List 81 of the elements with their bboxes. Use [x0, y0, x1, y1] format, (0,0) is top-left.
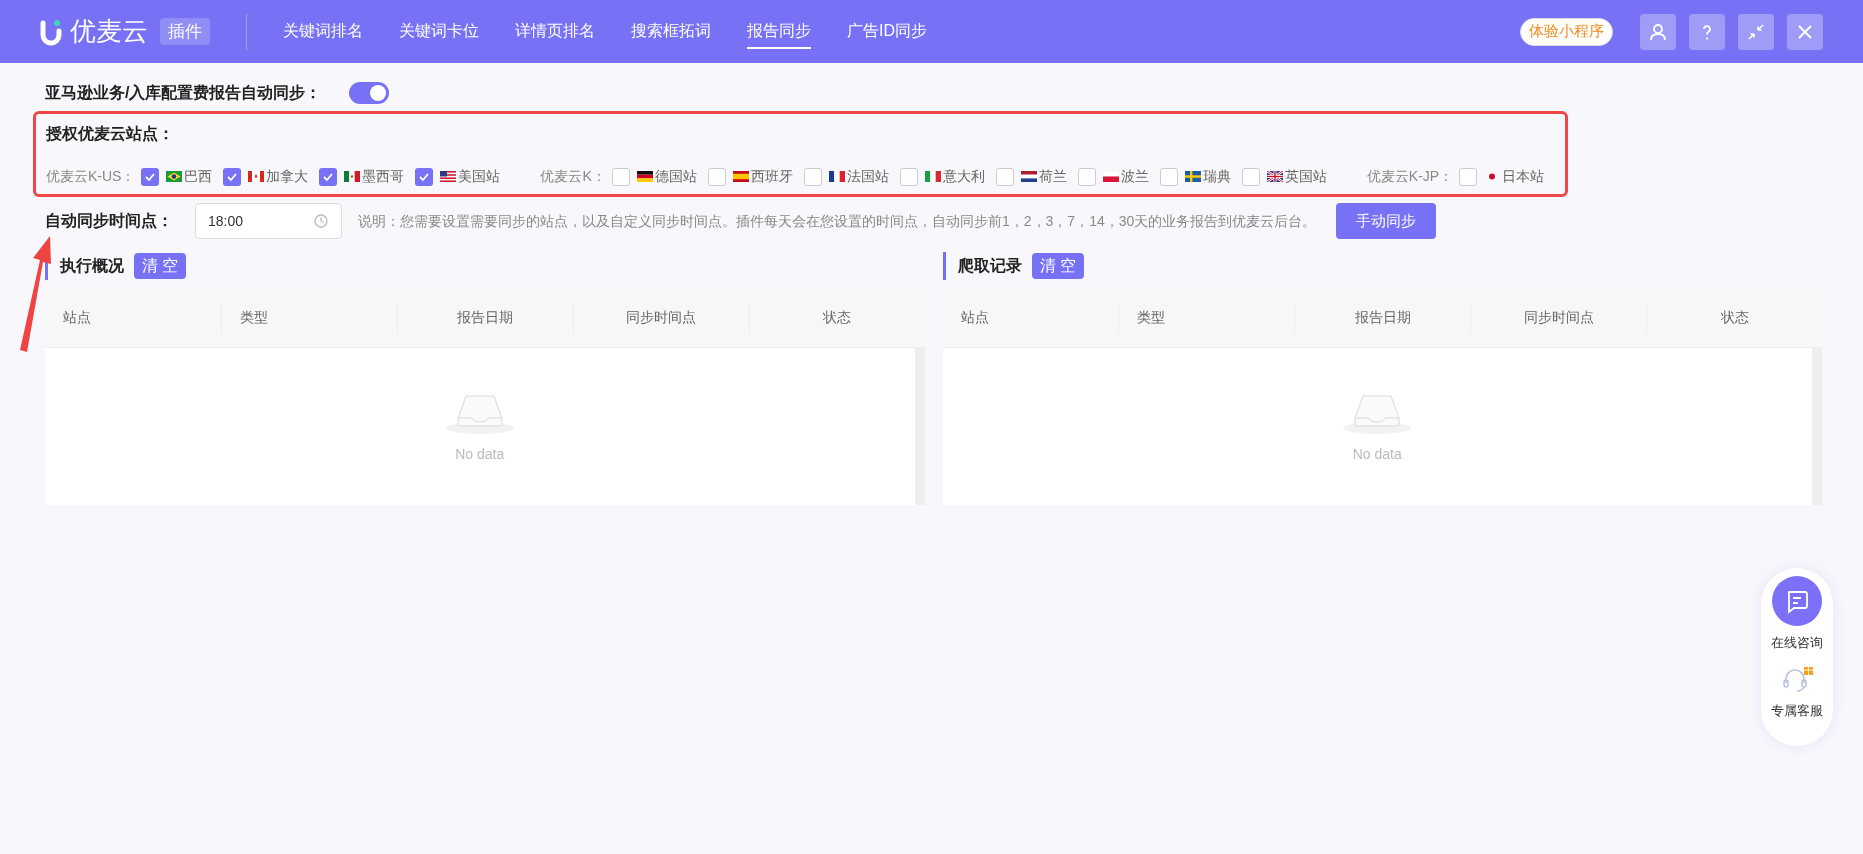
close-button[interactable]: [1787, 13, 1823, 50]
column-header: 站点: [960, 308, 989, 327]
site-label[interactable]: 法国站: [846, 166, 889, 187]
site-label[interactable]: 英国站: [1284, 166, 1327, 187]
flag-icon: [166, 171, 183, 182]
column-header: 类型: [239, 308, 268, 327]
flag-icon: [440, 171, 457, 182]
site-group-label: 优麦云K-US：: [46, 167, 136, 186]
checkbox[interactable]: [995, 167, 1014, 186]
nav-tab[interactable]: 关键词卡位: [399, 14, 479, 49]
nav-tab[interactable]: 广告ID同步: [847, 14, 927, 49]
site-label[interactable]: 德国站: [654, 166, 697, 187]
section-title: 爬取记录: [957, 256, 1022, 276]
flag-icon: [1184, 171, 1201, 182]
flag-icon: [732, 171, 749, 182]
flag-icon: [1266, 171, 1283, 182]
clear-button[interactable]: 清空: [1031, 253, 1084, 279]
logo-text: 优麦云: [70, 15, 148, 48]
time-input[interactable]: 18:00: [195, 203, 342, 239]
clear-button[interactable]: 清空: [134, 253, 186, 279]
site-label[interactable]: 西班牙: [750, 166, 793, 187]
flag-icon: [1020, 171, 1037, 182]
checkbox[interactable]: [1159, 167, 1178, 186]
checkbox[interactable]: [1241, 167, 1260, 186]
checkbox[interactable]: [707, 167, 726, 186]
site-group-label: 优麦云K：: [540, 167, 606, 186]
site-label[interactable]: 美国站: [458, 166, 501, 187]
help-button[interactable]: [1689, 13, 1725, 50]
empty-text: No data: [455, 445, 505, 464]
checkbox[interactable]: [415, 167, 434, 186]
checkbox[interactable]: [141, 167, 160, 186]
site-label[interactable]: 墨西哥: [362, 166, 405, 187]
column-header: 同步时间点: [626, 308, 697, 327]
column-header: 类型: [1137, 308, 1166, 327]
flag-icon: [636, 171, 653, 182]
auto-sync-label: 亚马逊业务/入库配置费报告自动同步：: [45, 83, 322, 103]
checkbox[interactable]: [803, 167, 822, 186]
user-button[interactable]: [1640, 13, 1676, 50]
flag-icon: [828, 171, 845, 182]
sites-title: 授权优麦云站点：: [46, 124, 175, 144]
site-label[interactable]: 荷兰: [1038, 166, 1067, 187]
checkbox[interactable]: [611, 167, 630, 186]
nav-tab[interactable]: 报告同步: [747, 14, 811, 49]
chat-icon[interactable]: [1772, 576, 1822, 626]
empty-text: No data: [1352, 445, 1402, 464]
flag-icon: [924, 171, 941, 182]
column-header: 同步时间点: [1523, 308, 1594, 327]
site-label[interactable]: 波兰: [1120, 166, 1149, 187]
column-header: 报告日期: [457, 308, 514, 327]
column-header: 状态: [823, 308, 852, 327]
site-label[interactable]: 加拿大: [266, 166, 309, 187]
plugin-badge: 插件: [160, 17, 210, 46]
sync-time-label: 自动同步时间点：: [45, 211, 174, 231]
manual-sync-button[interactable]: 手动同步: [1336, 203, 1437, 239]
site-label[interactable]: 巴西: [184, 166, 213, 187]
site-group-label: 优麦云K-JP：: [1366, 167, 1454, 186]
checkbox[interactable]: [899, 167, 918, 186]
flag-icon: [1102, 171, 1119, 182]
headset-icon[interactable]: [1780, 664, 1814, 695]
nav-tab[interactable]: 搜索框拓词: [631, 14, 711, 49]
site-label[interactable]: 日本站: [1502, 166, 1545, 187]
site-label[interactable]: 意大利: [942, 166, 985, 187]
flag-icon: [248, 171, 265, 182]
column-header: 站点: [63, 308, 91, 327]
sync-note: 说明：您需要设置需要同步的站点，以及自定义同步时间点。插件每天会在您设置的时间点，自动同步前1，2，3，7，14，30天的业务报告到优麦云后台。: [358, 211, 1317, 231]
checkbox[interactable]: [319, 167, 338, 186]
collapse-button[interactable]: [1738, 13, 1774, 50]
column-header: 报告日期: [1354, 308, 1411, 327]
checkbox[interactable]: [223, 167, 242, 186]
nav-tab[interactable]: 详情页排名: [515, 14, 595, 49]
customer-service-label[interactable]: 专属客服: [1771, 700, 1823, 720]
online-consult-label[interactable]: 在线咨询: [1771, 633, 1823, 653]
flag-icon: [344, 171, 361, 182]
column-header: 状态: [1720, 308, 1749, 327]
clock-icon: [313, 213, 329, 229]
checkbox[interactable]: [1077, 167, 1096, 186]
site-label[interactable]: 瑞典: [1202, 166, 1231, 187]
checkbox[interactable]: [1459, 167, 1478, 186]
section-title: 执行概况: [60, 256, 124, 276]
nav-tab[interactable]: 关键词排名: [283, 14, 363, 49]
toggle-switch[interactable]: [349, 82, 390, 104]
